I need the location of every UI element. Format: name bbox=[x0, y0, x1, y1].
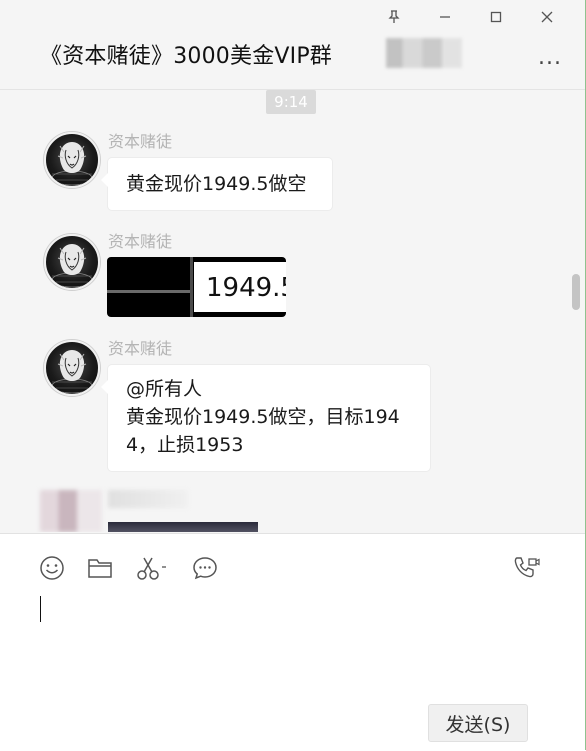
mention-text: @所有人 bbox=[126, 378, 203, 400]
lion-icon bbox=[51, 350, 93, 394]
message-bubble[interactable]: 黄金现价1949.5做空 bbox=[101, 158, 332, 210]
lion-avatar[interactable] bbox=[44, 340, 100, 396]
message-timestamp: 9:14 bbox=[266, 90, 316, 114]
title-bar: 《资本赌徒》3000美金VIP群 ... bbox=[0, 0, 586, 90]
image-chart-line bbox=[107, 290, 192, 293]
minimize-icon[interactable] bbox=[419, 6, 470, 28]
sender-name: 资本赌徒 bbox=[108, 132, 173, 151]
pin-icon[interactable] bbox=[368, 6, 419, 28]
chat-title: 《资本赌徒》3000美金VIP群 bbox=[40, 44, 332, 69]
partial-image-message[interactable] bbox=[108, 522, 258, 532]
scissors-icon[interactable] bbox=[134, 554, 170, 582]
message-text: 黄金现价1949.5做空 bbox=[126, 173, 307, 195]
folder-icon[interactable] bbox=[86, 554, 114, 582]
input-area: 发送(S) bbox=[0, 533, 586, 751]
title-blur-mask bbox=[386, 38, 462, 68]
text-input-caret[interactable] bbox=[40, 596, 41, 622]
blurred-avatar bbox=[40, 490, 102, 532]
lion-avatar[interactable] bbox=[44, 132, 100, 188]
lion-icon bbox=[51, 244, 93, 288]
sender-name: 资本赌徒 bbox=[108, 232, 173, 251]
video-call-icon[interactable] bbox=[512, 554, 540, 582]
image-price-text: 1949.5 bbox=[194, 262, 286, 312]
sender-name: 资本赌徒 bbox=[108, 339, 173, 358]
send-button[interactable]: 发送(S) bbox=[428, 704, 528, 742]
window-controls bbox=[368, 6, 572, 28]
chat-bubble-icon[interactable] bbox=[191, 554, 219, 582]
emoji-icon[interactable] bbox=[38, 554, 66, 582]
message-text: 黄金现价1949.5做空，目标194 bbox=[126, 406, 400, 428]
image-chart-divider bbox=[190, 257, 193, 317]
message-list[interactable]: 9:14 资本赌徒 黄金现价1949.5做空 资本赌徒 1949.5 bbox=[0, 90, 586, 532]
blurred-sender-name bbox=[108, 490, 188, 508]
lion-avatar[interactable] bbox=[44, 234, 100, 290]
message-bubble[interactable]: @所有人 黄金现价1949.5做空，目标194 4，止损1953 bbox=[101, 365, 430, 471]
close-icon[interactable] bbox=[521, 6, 572, 28]
message-text: 4，止损1953 bbox=[126, 434, 244, 456]
maximize-icon[interactable] bbox=[470, 6, 521, 28]
image-message[interactable]: 1949.5 bbox=[107, 257, 286, 317]
lion-icon bbox=[51, 142, 93, 186]
more-options-button[interactable]: ... bbox=[538, 47, 562, 69]
scrollbar-thumb[interactable] bbox=[572, 274, 580, 310]
